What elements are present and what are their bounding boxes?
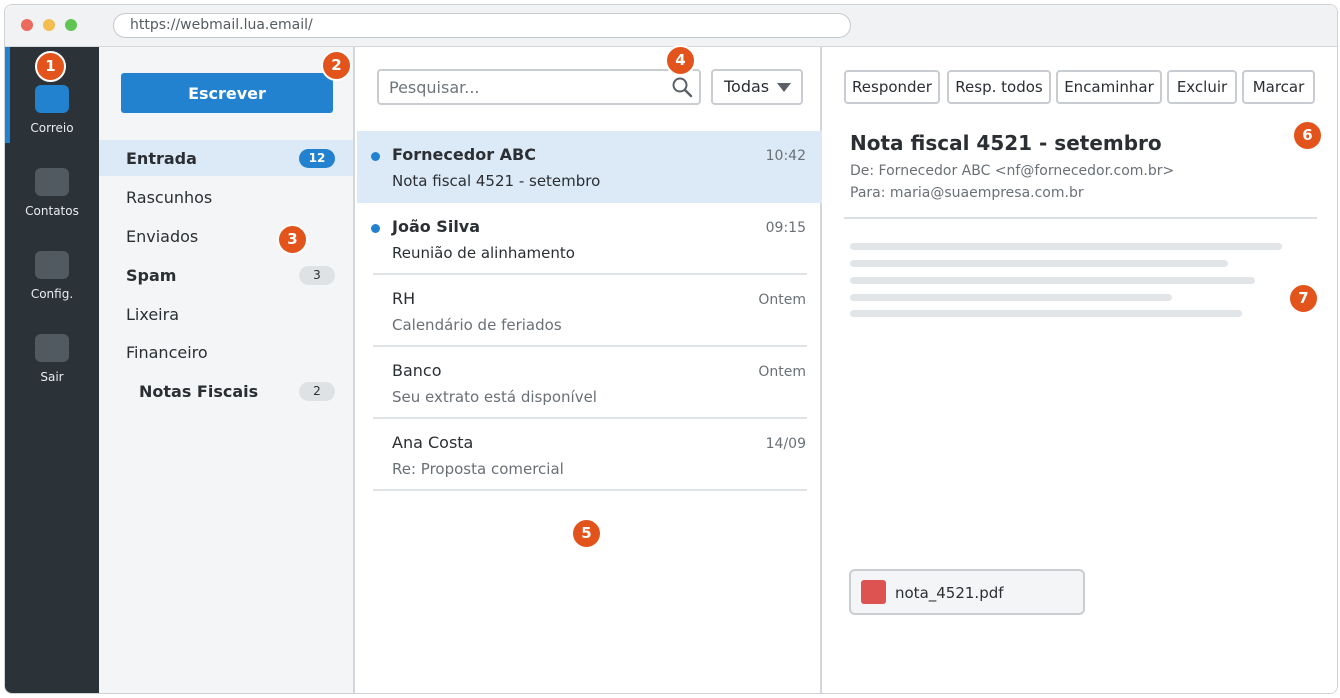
folder-inbox[interactable]: Entrada 12	[99, 140, 353, 176]
header-divider	[844, 217, 1317, 219]
folder-label: Entrada	[126, 149, 197, 168]
message-sender: João Silva	[392, 217, 481, 236]
unread-count-badge: 12	[299, 149, 335, 168]
email-subject: Nota fiscal 4521 - setembro	[850, 131, 1162, 155]
message-row[interactable]: RH Ontem Calendário de feriados	[357, 275, 822, 347]
message-subject: Reunião de alinhamento	[392, 244, 575, 262]
folder-invoices[interactable]: Notas Fiscais 2	[99, 373, 353, 409]
logout-icon	[35, 334, 69, 362]
folder-label: Notas Fiscais	[139, 382, 259, 401]
email-to: Para: maria@suaempresa.com.br	[850, 185, 1084, 201]
folder-label: Enviados	[126, 227, 199, 246]
message-subject: Seu extrato está disponível	[392, 388, 597, 406]
message-subject: Calendário de feriados	[392, 316, 562, 334]
delete-button[interactable]: Excluir	[1167, 70, 1237, 104]
compose-button[interactable]: Escrever	[121, 73, 333, 113]
unread-count-badge: 2	[299, 382, 335, 401]
minimize-window-icon[interactable]	[43, 19, 55, 31]
search-icon[interactable]	[671, 76, 693, 98]
folder-panel: Escrever Entrada 12 Rascunhos Enviados S…	[99, 47, 355, 693]
callout-marker-7: 7	[1288, 283, 1319, 314]
mail-icon	[35, 85, 69, 113]
browser-titlebar: https://webmail.lua.email/	[5, 5, 1337, 47]
message-row[interactable]: Fornecedor ABC 10:42 Nota fiscal 4521 - …	[357, 131, 822, 203]
folder-trash[interactable]: Lixeira	[99, 296, 353, 332]
mark-button[interactable]: Marcar	[1242, 70, 1315, 104]
rail-item-label: Correio	[30, 121, 74, 135]
address-bar[interactable]: https://webmail.lua.email/	[113, 13, 851, 38]
body-placeholder-line	[850, 243, 1282, 250]
message-sender: Ana Costa	[392, 433, 474, 452]
message-time: 10:42	[765, 148, 806, 164]
message-subject: Nota fiscal 4521 - setembro	[392, 172, 601, 190]
message-time: Ontem	[758, 364, 806, 380]
callout-marker-4: 4	[665, 45, 696, 76]
message-sender: Banco	[392, 361, 442, 380]
filter-selected-value: Todas	[724, 77, 770, 96]
message-time: 09:15	[765, 220, 806, 236]
maximize-window-icon[interactable]	[65, 19, 77, 31]
browser-window: https://webmail.lua.email/ Correio Conta…	[4, 4, 1338, 694]
callout-marker-1: 1	[35, 51, 66, 82]
search-box	[377, 69, 701, 105]
rail-item-label: Config.	[30, 287, 74, 301]
chevron-down-icon	[777, 83, 791, 92]
app-rail: Correio Contatos Config. Sair	[5, 47, 99, 693]
message-row[interactable]: Banco Ontem Seu extrato está disponível	[357, 347, 822, 419]
callout-marker-2: 2	[321, 50, 352, 81]
unread-dot-icon	[371, 152, 380, 161]
rail-item-mail[interactable]: Correio	[5, 85, 99, 155]
pdf-file-icon	[861, 580, 886, 604]
body-placeholder-line	[850, 294, 1172, 301]
close-window-icon[interactable]	[21, 19, 33, 31]
message-row[interactable]: João Silva 09:15 Reunião de alinhamento	[357, 203, 822, 275]
folder-drafts[interactable]: Rascunhos	[99, 179, 353, 215]
folder-label: Spam	[126, 266, 177, 285]
reply-all-button[interactable]: Resp. todos	[947, 70, 1051, 104]
message-sender: RH	[392, 289, 416, 308]
message-time: Ontem	[758, 292, 806, 308]
message-list-panel: Todas Fornecedor ABC 10:42 Nota fiscal 4…	[357, 47, 822, 693]
filter-dropdown[interactable]: Todas	[711, 69, 803, 105]
folder-sent[interactable]: Enviados	[99, 218, 353, 254]
callout-marker-6: 6	[1292, 120, 1323, 151]
folder-label: Financeiro	[126, 343, 208, 362]
folder-label: Rascunhos	[126, 188, 213, 207]
rail-item-label: Sair	[40, 370, 64, 384]
attachment-chip[interactable]: nota_4521.pdf	[849, 569, 1085, 615]
unread-count-badge: 3	[299, 266, 335, 285]
search-input[interactable]	[389, 77, 649, 97]
body-placeholder-line	[850, 260, 1228, 267]
message-subject: Re: Proposta comercial	[392, 460, 564, 478]
email-from: De: Fornecedor ABC <nf@fornecedor.com.br…	[850, 163, 1175, 179]
rail-item-label: Contatos	[25, 204, 79, 218]
callout-marker-3: 3	[277, 224, 308, 255]
attachment-filename: nota_4521.pdf	[895, 584, 1004, 602]
settings-icon	[35, 251, 69, 279]
rail-item-contacts[interactable]: Contatos	[5, 168, 99, 238]
body-placeholder-line	[850, 277, 1255, 284]
message-row[interactable]: Ana Costa 14/09 Re: Proposta comercial	[357, 419, 822, 491]
row-divider	[373, 489, 807, 491]
contacts-icon	[35, 168, 69, 196]
folder-spam[interactable]: Spam 3	[99, 257, 353, 293]
folder-finance[interactable]: Financeiro	[99, 334, 353, 370]
forward-button[interactable]: Encaminhar	[1056, 70, 1162, 104]
rail-item-settings[interactable]: Config.	[5, 251, 99, 321]
reply-button[interactable]: Responder	[844, 70, 940, 104]
reading-pane: Responder Resp. todos Encaminhar Excluir…	[824, 47, 1337, 693]
rail-item-logout[interactable]: Sair	[5, 334, 99, 404]
callout-marker-5: 5	[571, 518, 602, 549]
folder-label: Lixeira	[126, 305, 180, 324]
unread-dot-icon	[371, 224, 380, 233]
message-sender: Fornecedor ABC	[392, 145, 536, 164]
body-placeholder-line	[850, 310, 1242, 317]
message-time: 14/09	[765, 436, 806, 452]
